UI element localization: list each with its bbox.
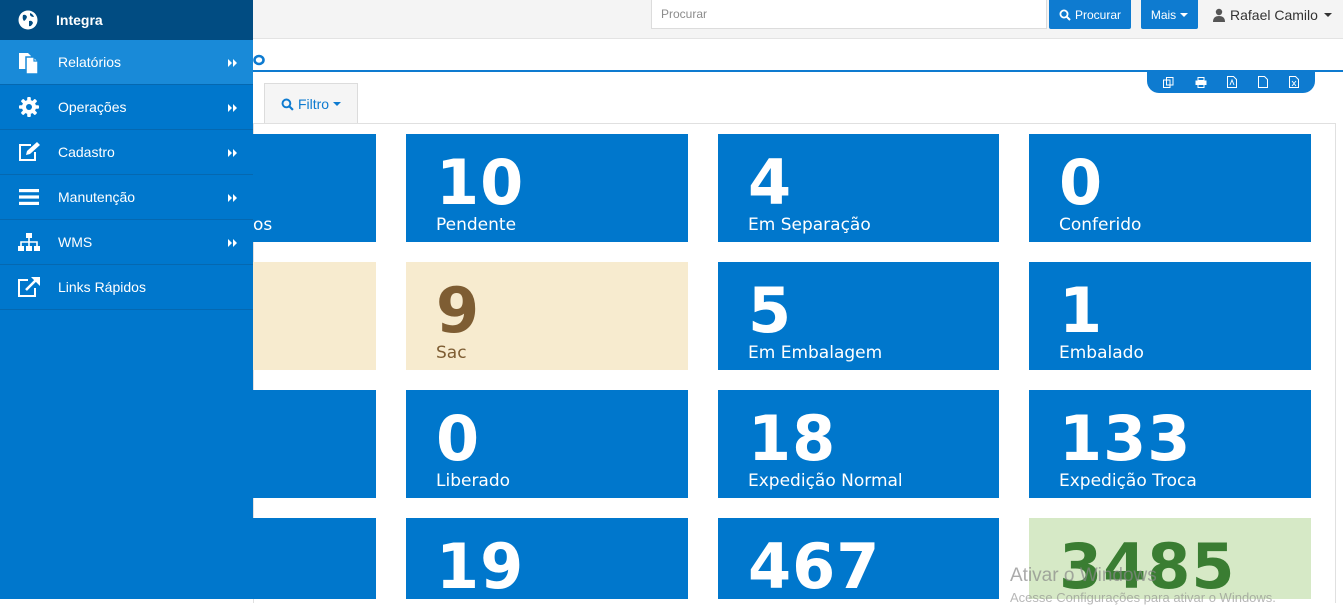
status-tile[interactable]: 9 Sac bbox=[406, 262, 688, 370]
excel-icon[interactable] bbox=[1288, 76, 1299, 88]
tile-value: 10 bbox=[436, 146, 525, 219]
windows-activation-watermark: Ativar o Windows bbox=[1010, 565, 1157, 586]
status-tile[interactable]: 4 Em Separação bbox=[718, 134, 999, 242]
tile-label: os bbox=[253, 215, 273, 235]
user-name: Rafael Camilo bbox=[1230, 7, 1318, 23]
status-tile[interactable]: 0 Conferido bbox=[1029, 134, 1311, 242]
gear-icon bbox=[0, 96, 58, 118]
double-chevron-right-icon bbox=[227, 100, 239, 116]
pdf-icon[interactable] bbox=[1227, 76, 1238, 88]
double-chevron-right-icon bbox=[227, 145, 239, 161]
tile-label: Sac bbox=[436, 343, 467, 363]
caret-down-icon bbox=[1180, 12, 1189, 17]
tile-value: 9 bbox=[436, 274, 481, 347]
file-icon[interactable] bbox=[1258, 76, 1269, 88]
tile-value: 1 bbox=[1059, 274, 1104, 347]
tile-value: 4 bbox=[748, 146, 793, 219]
tile-value: 0 bbox=[1059, 146, 1104, 219]
tile-label: Pendente bbox=[436, 215, 517, 235]
tile-value: 5 bbox=[748, 274, 793, 347]
sidebar-item-wms[interactable]: WMS bbox=[0, 220, 253, 265]
search-icon bbox=[1059, 9, 1071, 21]
sidebar-item-label: Relatórios bbox=[58, 54, 122, 70]
sidebar-item-label: Cadastro bbox=[58, 144, 115, 160]
sidebar-item-label: Links Rápidos bbox=[58, 279, 146, 295]
double-chevron-right-icon bbox=[227, 55, 239, 71]
tile-label: Em Separação bbox=[748, 215, 871, 235]
user-menu[interactable]: Rafael Camilo bbox=[1212, 7, 1332, 23]
status-tile[interactable]: 18 Expedição Normal bbox=[718, 390, 999, 498]
search-button[interactable]: Procurar bbox=[1049, 0, 1131, 29]
sidebar: Integra Relatórios Operações Cadastro Ma… bbox=[0, 0, 253, 599]
more-dropdown-button[interactable]: Mais bbox=[1141, 0, 1198, 29]
reports-icon bbox=[0, 49, 58, 75]
tile-label: Em Embalagem bbox=[748, 343, 883, 363]
sidebar-item-label: Manutenção bbox=[58, 189, 136, 205]
tile-label: Expedição Normal bbox=[748, 471, 903, 491]
sidebar-item-links-rapidos[interactable]: Links Rápidos bbox=[0, 265, 253, 310]
sidebar-item-manutencao[interactable]: Manutenção bbox=[0, 175, 253, 220]
tile-value: 19 bbox=[436, 530, 525, 600]
sidebar-item-label: Operações bbox=[58, 99, 127, 115]
sidebar-item-label: WMS bbox=[58, 234, 93, 250]
globe-icon bbox=[0, 10, 56, 30]
sidebar-item-relatorios[interactable]: Relatórios bbox=[0, 40, 253, 85]
page-title-fragment bbox=[253, 50, 267, 66]
print-icon[interactable] bbox=[1195, 76, 1207, 88]
tile-label: Liberado bbox=[436, 471, 511, 491]
caret-down-icon bbox=[1323, 13, 1332, 17]
tile-label: Conferido bbox=[1059, 215, 1142, 235]
status-tile[interactable]: 467 bbox=[718, 518, 999, 599]
double-chevron-right-icon bbox=[227, 235, 239, 251]
search-icon bbox=[281, 98, 294, 111]
search-button-label: Procurar bbox=[1074, 7, 1121, 22]
status-tile[interactable]: 133 Expedição Troca bbox=[1029, 390, 1311, 498]
user-icon bbox=[1212, 8, 1226, 22]
sidebar-item-cadastro[interactable]: Cadastro bbox=[0, 130, 253, 175]
status-tile[interactable]: 1 Embalado bbox=[1029, 262, 1311, 370]
tile-value: 467 bbox=[748, 530, 881, 600]
edit-icon bbox=[0, 141, 58, 163]
search-input[interactable] bbox=[651, 0, 1047, 29]
tile-value: 18 bbox=[748, 402, 837, 475]
app-brand[interactable]: Integra bbox=[0, 0, 253, 40]
more-button-label: Mais bbox=[1150, 7, 1177, 22]
tile-value: 133 bbox=[1059, 402, 1192, 475]
status-tile[interactable]: 19 bbox=[406, 518, 688, 599]
filter-label: Filtro bbox=[297, 96, 330, 112]
copy-icon[interactable] bbox=[1163, 76, 1174, 88]
status-tile[interactable]: 10 Pendente bbox=[406, 134, 688, 242]
filter-tab[interactable]: Filtro bbox=[264, 83, 358, 124]
tile-label: Expedição Troca bbox=[1059, 471, 1197, 491]
export-toolbar bbox=[1147, 71, 1315, 93]
tile-label: Embalado bbox=[1059, 343, 1144, 363]
external-link-icon bbox=[0, 276, 58, 298]
status-tile[interactable]: 0 Liberado bbox=[406, 390, 688, 498]
caret-down-icon bbox=[333, 102, 342, 106]
windows-activation-hint: Acesse Configurações para ativar o Windo… bbox=[1010, 590, 1276, 605]
app-name: Integra bbox=[56, 12, 103, 28]
sidebar-item-operacoes[interactable]: Operações bbox=[0, 85, 253, 130]
double-chevron-right-icon bbox=[227, 190, 239, 206]
list-icon bbox=[0, 188, 58, 206]
status-tile[interactable]: 5 Em Embalagem bbox=[718, 262, 999, 370]
sitemap-icon bbox=[0, 232, 58, 252]
tile-value: 0 bbox=[436, 402, 481, 475]
